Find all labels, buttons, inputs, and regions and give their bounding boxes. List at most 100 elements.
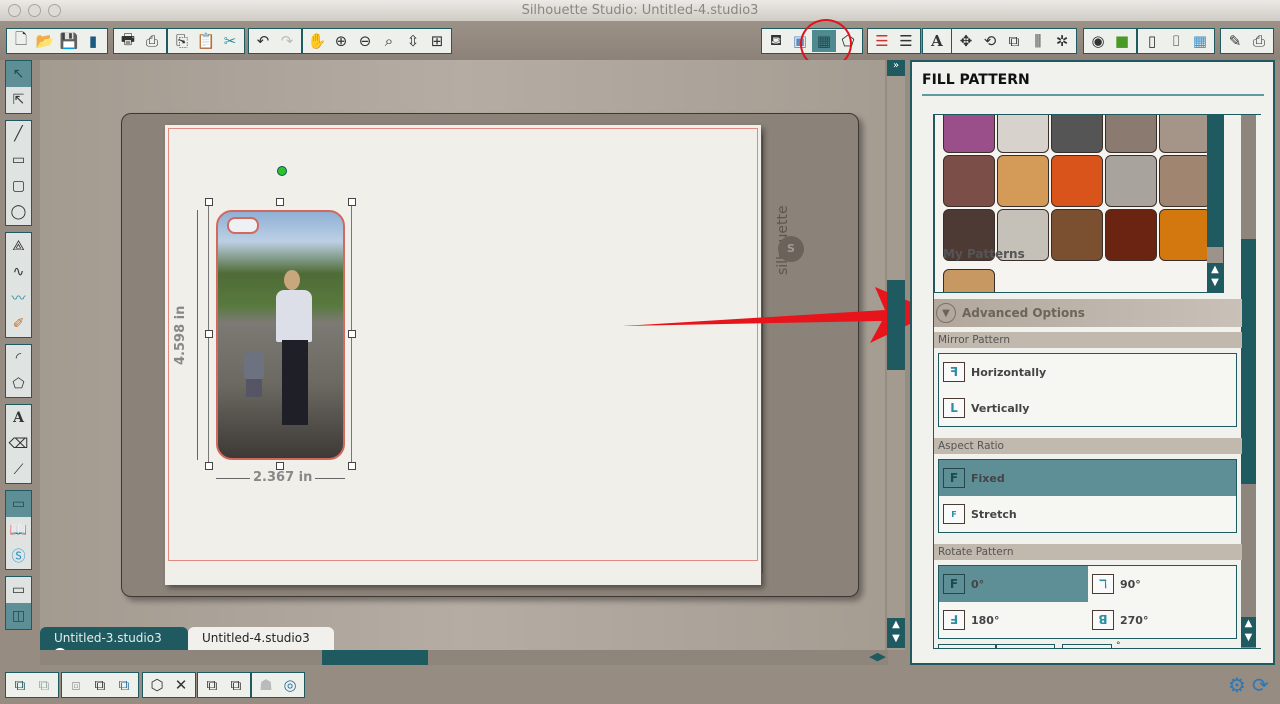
angle-field[interactable] xyxy=(1062,644,1112,648)
scroll-up-down-icon[interactable]: ▲ ▼ xyxy=(887,618,905,648)
group-icon[interactable]: ⧉ xyxy=(8,674,32,696)
library-scrollbar[interactable]: ▲ ▼ xyxy=(1207,115,1223,292)
vertical-scrollbar[interactable]: » ▲ ▼ xyxy=(887,60,905,650)
pattern-swatch[interactable] xyxy=(1051,115,1103,153)
send-icon[interactable]: ⎙ xyxy=(1247,30,1271,52)
page-setup-icon[interactable]: ▯ xyxy=(1140,30,1164,52)
paste-icon[interactable]: 📋 xyxy=(194,30,218,52)
pattern-swatch[interactable] xyxy=(1105,155,1157,207)
aspect-stretch-option[interactable]: F Stretch xyxy=(939,496,1236,532)
window-controls[interactable] xyxy=(8,4,61,17)
open-icon[interactable]: 📂 xyxy=(33,30,57,52)
pattern-swatch[interactable] xyxy=(943,115,995,153)
release-compound-icon[interactable]: ⧉ xyxy=(88,674,112,696)
redo-icon[interactable]: ↷ xyxy=(275,30,299,52)
split-view-icon[interactable]: ◫ xyxy=(6,603,31,629)
minimize-button[interactable] xyxy=(28,4,41,17)
freehand-tool-icon[interactable]: 〰 xyxy=(6,285,31,311)
pattern-swatch[interactable] xyxy=(1159,115,1211,153)
line-tool-icon[interactable]: ╱ xyxy=(6,121,31,147)
registration-marks-icon[interactable]: ⌷ xyxy=(1164,30,1188,52)
offset-icon[interactable]: ✲ xyxy=(1050,30,1074,52)
zoom-button[interactable] xyxy=(48,4,61,17)
phone-case-photo[interactable] xyxy=(216,210,345,460)
resize-handle[interactable] xyxy=(205,330,213,338)
resize-handle[interactable] xyxy=(205,462,213,470)
regular-polygon-tool-icon[interactable]: ⬠ xyxy=(6,371,31,397)
save-icon[interactable]: 💾 xyxy=(57,30,81,52)
mirror-horizontally-option[interactable]: ꟻ Horizontally xyxy=(939,354,1236,390)
knife-tool-icon[interactable]: ⟋ xyxy=(6,457,31,483)
rotate-180-option[interactable]: Ⅎ 180° xyxy=(939,602,1088,638)
bring-forward-icon[interactable]: ⧉ xyxy=(200,674,224,696)
tab-untitled-3[interactable]: Untitled-3.studio3 x xyxy=(40,627,188,659)
trace-icon[interactable]: ■ xyxy=(1110,30,1134,52)
new-doc-icon[interactable]: 🗋 xyxy=(9,30,33,52)
zoom-select-icon[interactable]: ⌕ xyxy=(377,30,401,52)
pattern-swatch[interactable] xyxy=(1051,155,1103,207)
pattern-swatch[interactable] xyxy=(1051,209,1103,261)
my-pattern-swatch[interactable] xyxy=(943,269,995,292)
expand-panel-icon[interactable]: » xyxy=(887,60,905,76)
copy-icon[interactable]: ⎘ xyxy=(170,30,194,52)
polygon-tool-icon[interactable]: ⟁ xyxy=(6,233,31,259)
show-design-icon[interactable]: ▭ xyxy=(6,491,31,517)
point-edit-tool-icon[interactable]: ⇱ xyxy=(6,87,31,113)
fit-page-icon[interactable]: ⊞ xyxy=(425,30,449,52)
aspect-fixed-option[interactable]: F Fixed xyxy=(939,460,1236,496)
fill-color-icon[interactable]: ⛾ xyxy=(764,30,788,52)
scale-field[interactable] xyxy=(938,644,996,648)
rotate-handle[interactable] xyxy=(277,166,287,176)
advanced-options-toggle[interactable]: ▼ Advanced Options xyxy=(934,299,1242,327)
send-to-cutter-icon[interactable]: ⎙ xyxy=(140,30,164,52)
pattern-swatch[interactable] xyxy=(943,155,995,207)
mirror-vertically-option[interactable]: ᒪ Vertically xyxy=(939,390,1236,426)
cut-settings-icon[interactable]: ✎ xyxy=(1223,30,1247,52)
ellipse-tool-icon[interactable]: ◯ xyxy=(6,199,31,225)
send-backward-icon[interactable]: ⧉ xyxy=(224,674,248,696)
horizontal-scroll-thumb[interactable] xyxy=(322,650,428,665)
rotate-0-option[interactable]: F 0° xyxy=(939,566,1088,602)
print-icon[interactable]: 🖶 xyxy=(116,30,140,52)
settings-gear-icon[interactable]: ⚙ xyxy=(1228,673,1246,697)
curve-tool-icon[interactable]: ∿ xyxy=(6,259,31,285)
resize-handle[interactable] xyxy=(348,198,356,206)
eraser-tool-icon[interactable]: ⌫ xyxy=(6,431,31,457)
rectangle-tool-icon[interactable]: ▭ xyxy=(6,147,31,173)
make-compound-icon[interactable]: ⧈ xyxy=(64,674,88,696)
undo-icon[interactable]: ↶ xyxy=(251,30,275,52)
pattern-swatch[interactable] xyxy=(1105,115,1157,153)
subtract-icon[interactable]: ✕ xyxy=(169,674,193,696)
smooth-freehand-tool-icon[interactable]: ✐ xyxy=(6,311,31,337)
save-sd-icon[interactable]: ▮ xyxy=(81,30,105,52)
show-design-window-icon[interactable]: ▭ xyxy=(6,577,31,603)
text-tool-icon[interactable]: A xyxy=(6,405,31,431)
rotate-90-option[interactable]: ℸ 90° xyxy=(1088,566,1237,602)
cut-icon[interactable]: ✂ xyxy=(218,30,242,52)
online-store-icon[interactable]: Ⓢ xyxy=(6,543,31,569)
design-canvas[interactable]: 🡄 silhouette S 4.598 in 2.367 in xyxy=(40,60,885,650)
resize-handle[interactable] xyxy=(276,198,284,206)
transform-icon[interactable]: ⟲ xyxy=(978,30,1002,52)
resize-handle[interactable] xyxy=(348,462,356,470)
grid-icon[interactable]: ▦ xyxy=(1188,30,1212,52)
scroll-left-right-icon[interactable]: ◀▶ xyxy=(869,650,886,663)
tab-untitled-4[interactable]: Untitled-4.studio3 x xyxy=(188,627,334,659)
library-icon[interactable]: 📖 xyxy=(6,517,31,543)
pattern-swatch[interactable] xyxy=(1159,209,1211,261)
point-modify-icon[interactable]: ◉ xyxy=(1086,30,1110,52)
align-icon[interactable]: ⫼ xyxy=(1026,30,1050,52)
offset-icon[interactable]: ◎ xyxy=(278,674,302,696)
resize-handle[interactable] xyxy=(348,330,356,338)
sync-icon[interactable]: ⟳ xyxy=(1252,673,1269,697)
resize-handle[interactable] xyxy=(276,462,284,470)
library-scroll-arrows[interactable]: ▲ ▼ xyxy=(1207,263,1223,289)
horizontal-scrollbar[interactable]: ◀▶ xyxy=(40,650,888,665)
select-tool-icon[interactable]: ↖ xyxy=(6,61,31,87)
text-style-icon[interactable]: A xyxy=(925,30,949,52)
rotate-270-option[interactable]: ꓭ 270° xyxy=(1088,602,1237,638)
scale-icon[interactable]: ⧉ xyxy=(1002,30,1026,52)
pattern-swatch[interactable] xyxy=(997,155,1049,207)
pattern-swatch[interactable] xyxy=(1159,155,1211,207)
library-scroll-thumb[interactable] xyxy=(1207,247,1223,263)
